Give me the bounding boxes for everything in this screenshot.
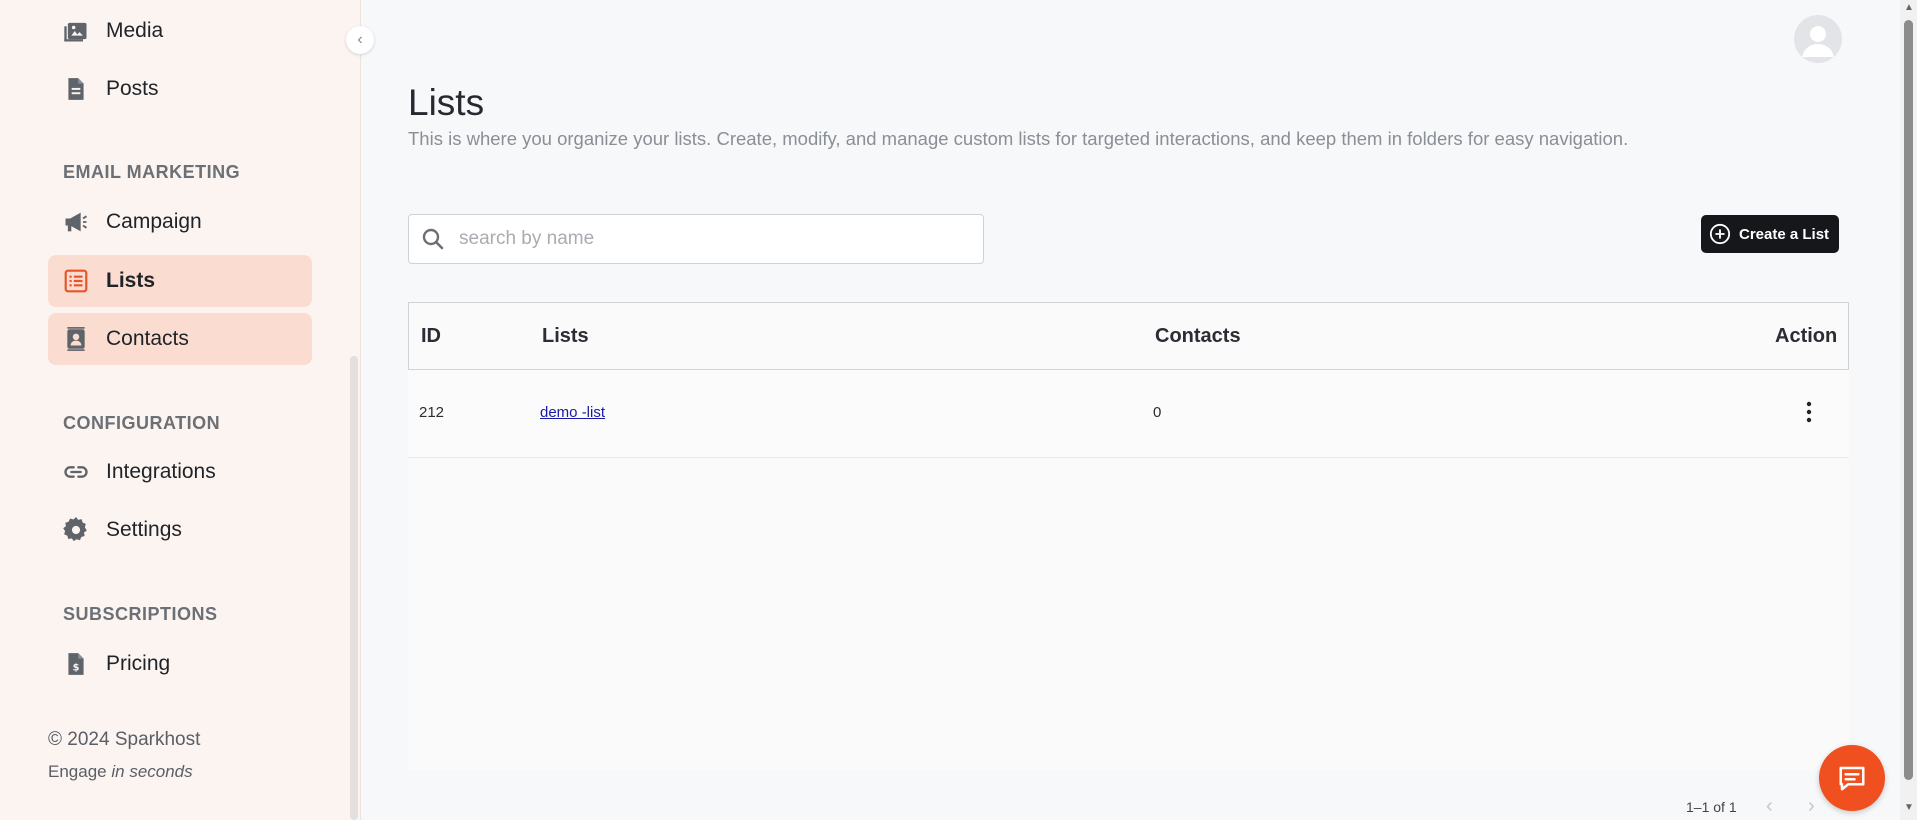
sidebar-item-lists[interactable]: Lists: [48, 255, 312, 307]
svg-text:$: $: [73, 663, 80, 674]
contacts-icon: [62, 325, 90, 353]
sidebar-item-contacts[interactable]: Contacts: [48, 313, 312, 365]
next-page-button[interactable]: ›: [1808, 795, 1815, 818]
chat-icon: [1839, 766, 1865, 791]
row-actions-button[interactable]: [1791, 394, 1827, 430]
search-input[interactable]: [457, 227, 961, 251]
table-row: 212 demo -list 0: [408, 370, 1849, 458]
create-list-label: Create a List: [1739, 225, 1830, 243]
media-icon: [62, 17, 90, 45]
previous-page-button[interactable]: ‹: [1766, 795, 1773, 818]
sidebar-item-pricing[interactable]: $ Pricing: [48, 638, 312, 690]
section-title-email-marketing: EMAIL MARKETING: [63, 162, 241, 182]
megaphone-icon: [62, 208, 90, 236]
section-title-subscriptions: SUBSCRIPTIONS: [63, 604, 218, 624]
scroll-down-icon[interactable]: ▼: [1904, 802, 1914, 813]
cell-contacts: 0: [1153, 404, 1162, 421]
cell-id: 212: [419, 404, 445, 421]
avatar[interactable]: [1794, 15, 1842, 63]
sidebar-scrollbar[interactable]: [350, 356, 358, 820]
sidebar: Media Posts EMAIL MARKETING Campaign Lis…: [0, 0, 361, 820]
pagination-summary: 1–1 of 1: [1686, 799, 1737, 815]
sidebar-item-campaign[interactable]: Campaign: [48, 196, 312, 248]
tagline-emphasis: in seconds: [111, 762, 193, 781]
sidebar-item-label: Pricing: [106, 652, 171, 675]
search-icon: [422, 228, 444, 250]
section-title-configuration: CONFIGURATION: [63, 413, 221, 433]
page-scrollbar[interactable]: ▲ ▼: [1900, 0, 1917, 820]
link-icon: [62, 458, 90, 486]
more-vertical-icon: [1806, 401, 1812, 423]
column-header-contacts: Contacts: [1155, 325, 1241, 347]
search-box[interactable]: [408, 214, 984, 264]
sidebar-item-label: Lists: [106, 269, 156, 292]
chevron-left-icon: ‹: [1766, 795, 1773, 817]
page-scroll-thumb[interactable]: [1904, 20, 1913, 780]
list-name-link[interactable]: demo -list: [540, 404, 605, 421]
document-icon: [62, 75, 90, 103]
invoice-icon: $: [62, 650, 90, 678]
gear-icon: [62, 516, 90, 544]
page-description: This is where you organize your lists. C…: [408, 128, 1629, 149]
sidebar-item-settings[interactable]: Settings: [48, 504, 312, 556]
sidebar-item-media[interactable]: Media: [48, 5, 312, 57]
table-header: ID Lists Contacts Action: [408, 302, 1849, 370]
user-icon: [1802, 26, 1834, 57]
chat-button[interactable]: [1819, 745, 1885, 811]
sidebar-item-posts[interactable]: Posts: [48, 63, 312, 115]
column-header-lists: Lists: [542, 325, 589, 347]
scroll-up-icon[interactable]: ▲: [1904, 2, 1914, 13]
sidebar-item-label: Settings: [106, 518, 182, 541]
sidebar-item-label: Posts: [106, 77, 159, 100]
cell-list-name: demo -list: [540, 404, 605, 421]
column-header-id: ID: [421, 325, 441, 347]
footer-tagline: Engage in seconds: [48, 762, 193, 782]
footer-copyright: © 2024 Sparkhost: [48, 729, 201, 750]
lists-table: ID Lists Contacts Action 212 demo -list …: [408, 302, 1849, 770]
sidebar-item-label: Integrations: [106, 460, 216, 483]
chevron-left-icon: ‹: [357, 31, 363, 48]
list-icon: [62, 267, 90, 295]
collapse-sidebar-button[interactable]: ‹: [346, 26, 374, 54]
sidebar-item-label: Media: [106, 19, 164, 42]
create-list-button[interactable]: Create a List: [1701, 215, 1839, 253]
chevron-right-icon: ›: [1808, 795, 1815, 817]
sidebar-item-integrations[interactable]: Integrations: [48, 446, 312, 498]
plus-circle-icon: [1709, 223, 1731, 245]
sidebar-item-label: Contacts: [106, 327, 189, 350]
sidebar-item-label: Campaign: [106, 210, 202, 233]
column-header-action: Action: [1775, 325, 1838, 347]
page-title: Lists: [408, 82, 485, 123]
tagline-prefix: Engage: [48, 762, 107, 781]
